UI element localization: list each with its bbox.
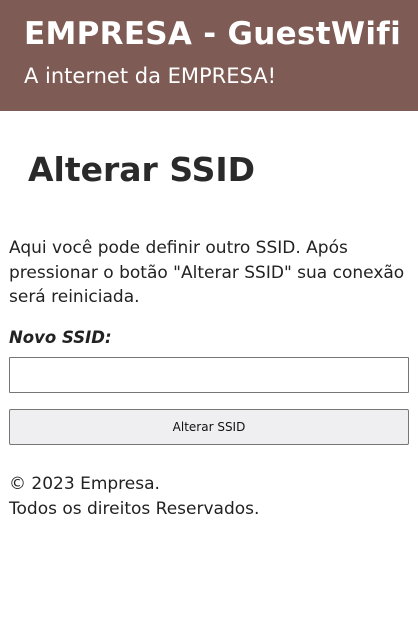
site-subtitle: A internet da EMPRESA! xyxy=(24,64,277,88)
site-title: EMPRESA - GuestWifi xyxy=(24,16,402,52)
footer-rights: Todos os direitos Reservados. xyxy=(9,498,260,519)
new-ssid-label: Novo SSID: xyxy=(9,328,112,347)
page-footer: © 2023 Empresa. Todos os direitos Reserv… xyxy=(9,472,259,521)
page-description: Aqui você pode definir outro SSID. Após … xyxy=(9,238,405,307)
footer-copyright: © 2023 Empresa. xyxy=(9,474,160,494)
change-ssid-button[interactable]: Alterar SSID xyxy=(9,409,409,445)
new-ssid-input[interactable] xyxy=(9,357,409,393)
page-title: Alterar SSID xyxy=(28,150,256,189)
site-header: EMPRESA - GuestWifi A internet da EMPRES… xyxy=(0,0,418,111)
